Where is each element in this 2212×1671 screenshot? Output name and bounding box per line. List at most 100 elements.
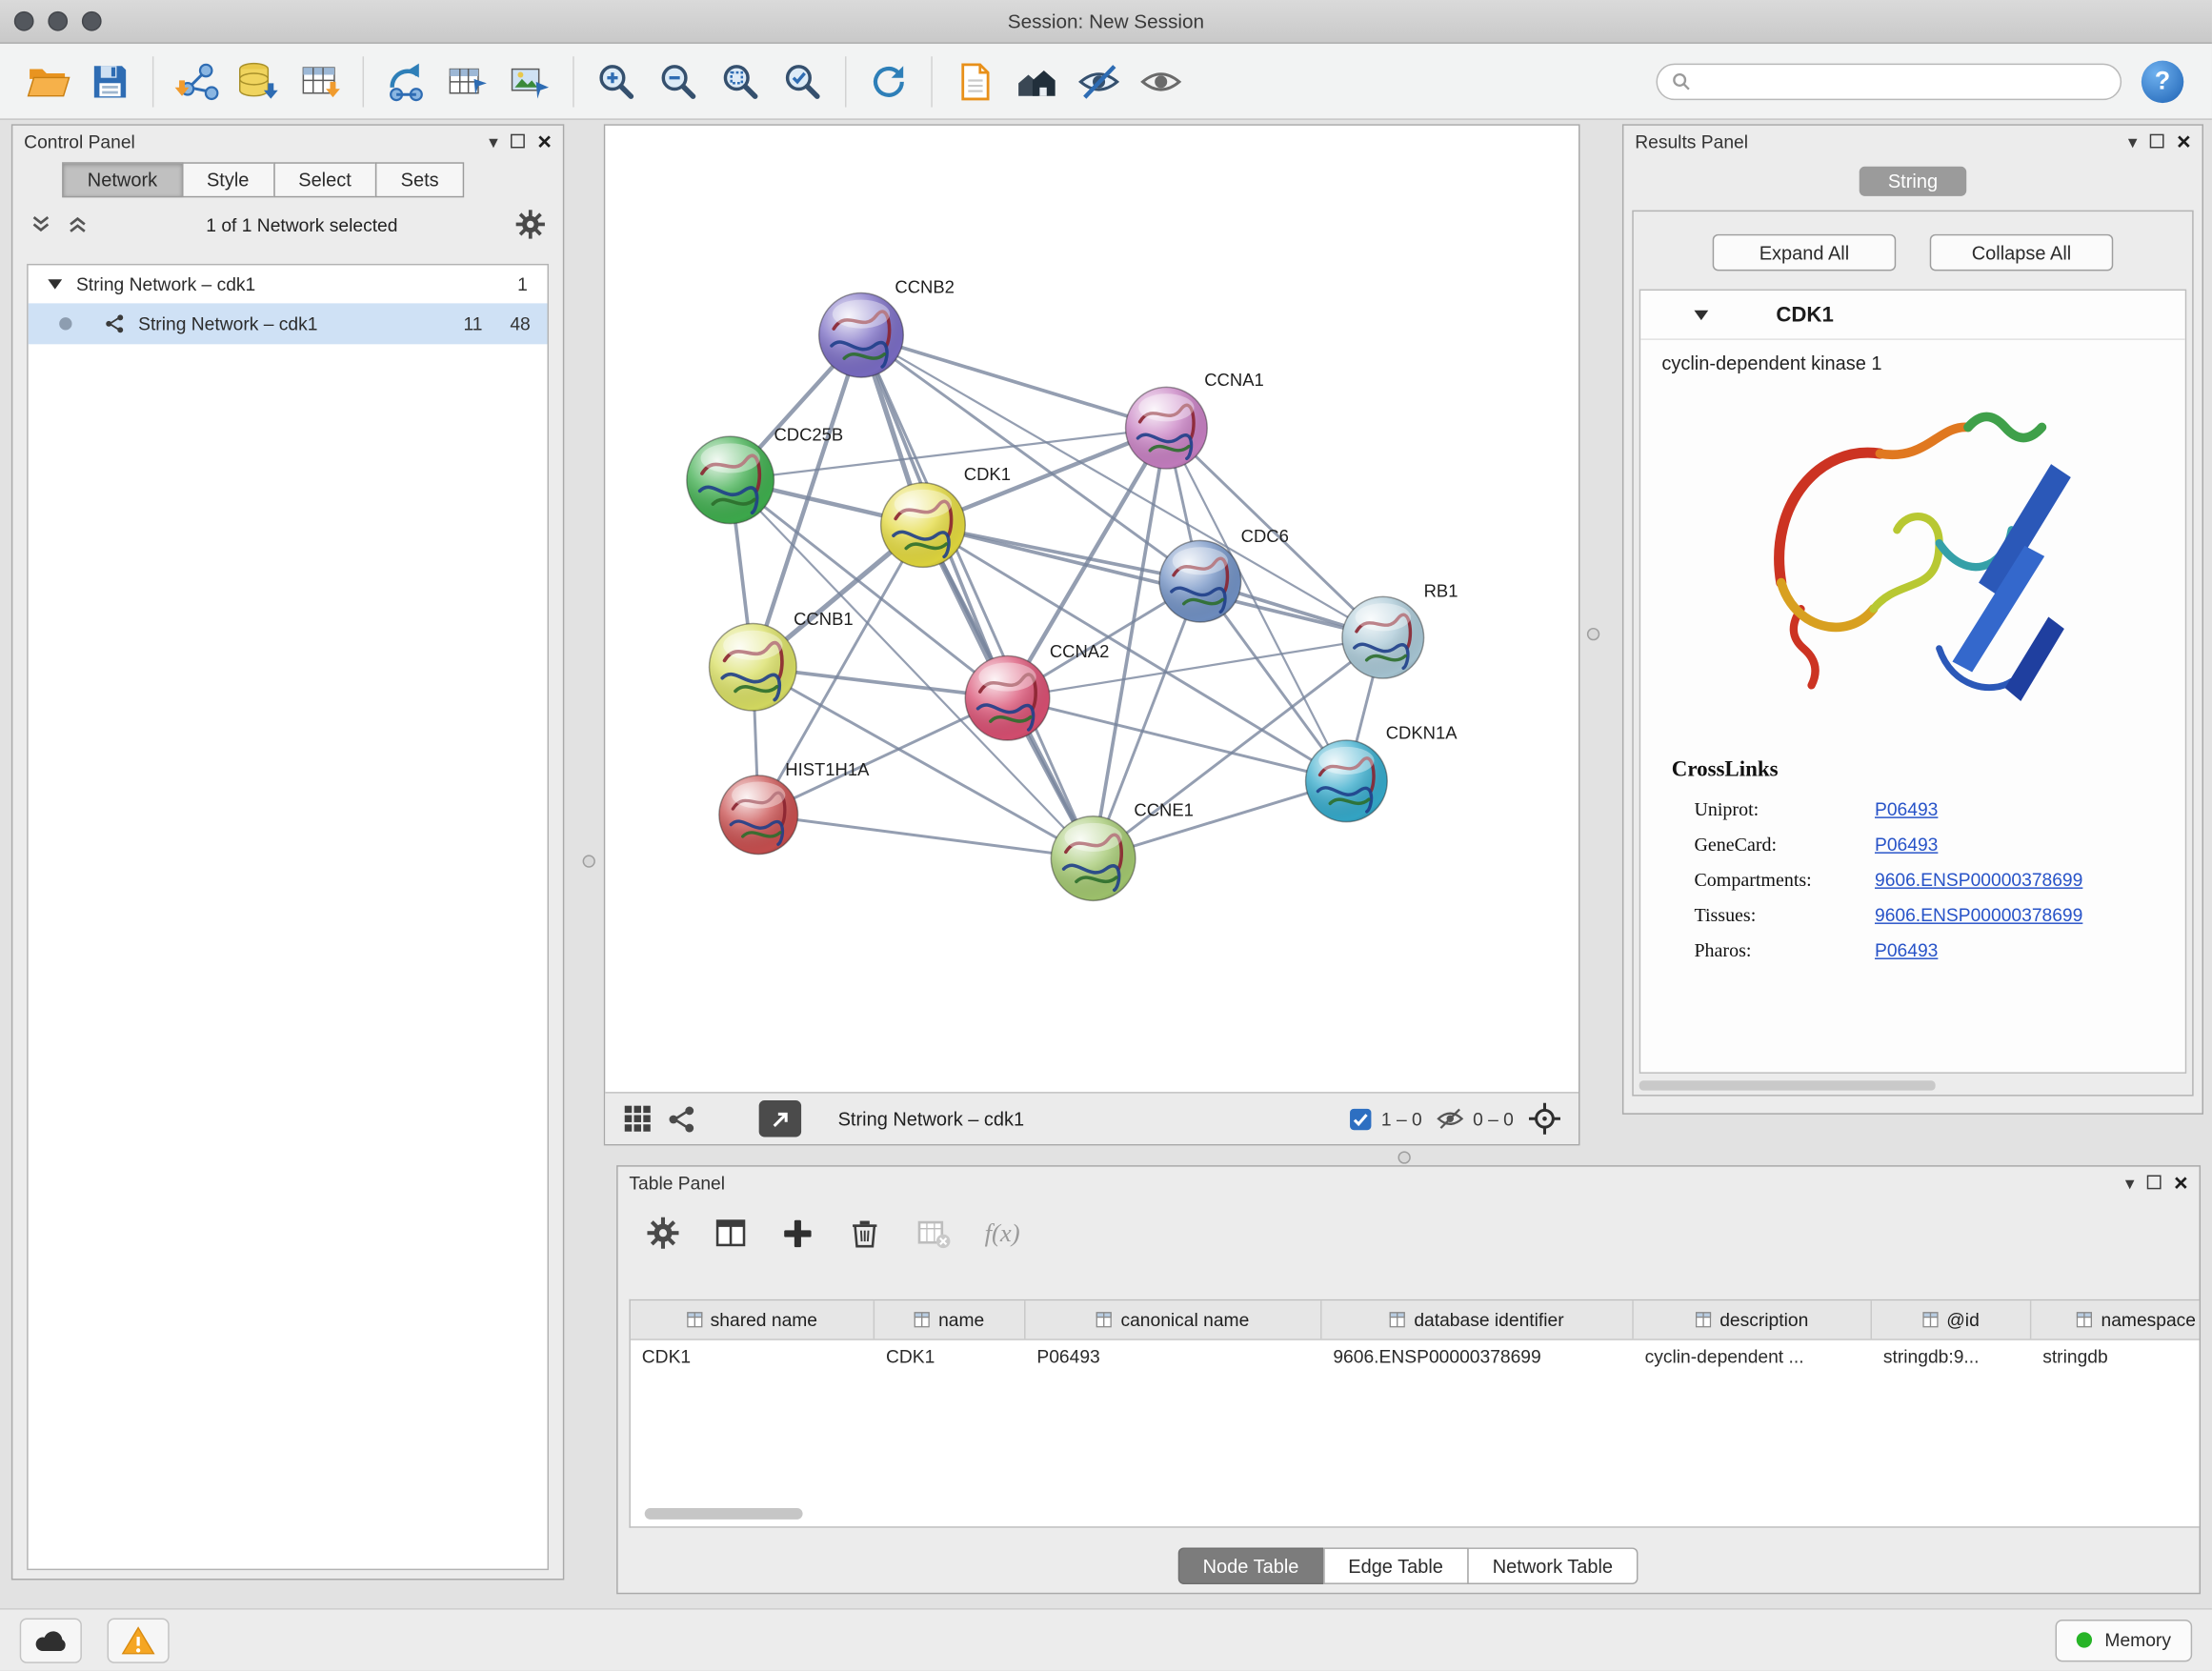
collapse-all-networks-icon[interactable]: [67, 213, 90, 236]
tab-style[interactable]: Style: [181, 162, 274, 197]
column-header--id[interactable]: @id: [1872, 1300, 2031, 1339]
network-collection-row[interactable]: String Network – cdk1 1: [29, 265, 548, 303]
network-node-cdc6[interactable]: [1159, 540, 1241, 622]
home-button[interactable]: [1006, 50, 1068, 112]
cloud-button[interactable]: [20, 1618, 82, 1662]
hide-selected-button[interactable]: [1068, 50, 1130, 112]
table-cell[interactable]: stringdb:9...: [1872, 1340, 2031, 1378]
export-view-button[interactable]: [759, 1100, 801, 1137]
network-graph[interactable]: CCNB2CCNA1CDC25BCDK1CDC6RB1CCNB1CCNA2CDK…: [605, 126, 1579, 1092]
window-close-button[interactable]: [14, 11, 34, 31]
collapse-caret-icon[interactable]: [1694, 310, 1708, 319]
memory-button[interactable]: Memory: [2056, 1619, 2193, 1661]
share-network-icon[interactable]: [667, 1104, 696, 1134]
search-box[interactable]: [1656, 63, 2122, 100]
show-selected-button[interactable]: [1130, 50, 1192, 112]
table-cell[interactable]: CDK1: [631, 1340, 875, 1378]
network-node-ccne1[interactable]: [1051, 816, 1136, 901]
tab-string[interactable]: String: [1860, 167, 1965, 196]
float-panel-icon[interactable]: [511, 134, 525, 149]
column-header-description[interactable]: description: [1634, 1300, 1872, 1339]
crosshair-icon[interactable]: [1528, 1102, 1562, 1137]
table-cell[interactable]: cyclin-dependent ...: [1634, 1340, 1872, 1378]
crosslink-value[interactable]: 9606.ENSP00000378699: [1875, 869, 2082, 890]
close-panel-icon[interactable]: ×: [537, 129, 552, 152]
search-input[interactable]: [1699, 70, 2105, 93]
gear-icon[interactable]: [514, 209, 546, 240]
import-network-file-button[interactable]: [165, 50, 227, 112]
refresh-button[interactable]: [857, 50, 919, 112]
birdseye-grid-icon[interactable]: [622, 1103, 654, 1135]
zoom-fit-button[interactable]: [710, 50, 772, 112]
network-node-hist1h1a[interactable]: [719, 775, 798, 855]
network-edge[interactable]: [861, 335, 1094, 858]
column-header-namespace[interactable]: namespace: [2031, 1300, 2199, 1339]
network-node-cdkn1a[interactable]: [1306, 740, 1388, 822]
gear-icon[interactable]: [646, 1216, 680, 1250]
add-column-icon[interactable]: [781, 1217, 814, 1249]
network-edge[interactable]: [861, 335, 1166, 428]
table-row[interactable]: CDK1CDK1P064939606.ENSP00000378699cyclin…: [631, 1340, 2200, 1378]
float-panel-icon[interactable]: [2150, 134, 2164, 149]
hidden-eye-slash-icon[interactable]: [1437, 1104, 1465, 1133]
tab-sets[interactable]: Sets: [375, 162, 464, 197]
window-zoom-button[interactable]: [82, 11, 102, 31]
gene-card-header[interactable]: CDK1: [1640, 291, 2185, 340]
tab-network[interactable]: Network: [62, 162, 183, 197]
tab-node-table[interactable]: Node Table: [1177, 1547, 1324, 1584]
horizontal-scrollbar[interactable]: [1639, 1080, 1936, 1090]
network-from-table-button[interactable]: [437, 50, 499, 112]
splitter-handle[interactable]: [1398, 1151, 1410, 1163]
help-button[interactable]: ?: [2142, 60, 2183, 102]
network-node-ccnb2[interactable]: [819, 292, 904, 377]
network-canvas[interactable]: CCNB2CCNA1CDC25BCDK1CDC6RB1CCNB1CCNA2CDK…: [605, 126, 1579, 1092]
table-horizontal-scrollbar[interactable]: [645, 1508, 803, 1520]
collapse-all-button[interactable]: Collapse All: [1930, 234, 2114, 272]
selected-checkbox-icon[interactable]: [1349, 1107, 1373, 1131]
network-from-image-button[interactable]: [499, 50, 561, 112]
column-header-database-identifier[interactable]: database identifier: [1322, 1300, 1634, 1339]
expand-all-button[interactable]: Expand All: [1713, 234, 1897, 272]
zoom-selected-button[interactable]: [772, 50, 834, 112]
columns-icon[interactable]: [714, 1216, 748, 1250]
panel-menu-icon[interactable]: ▾: [489, 131, 498, 150]
network-node-ccna1[interactable]: [1126, 387, 1208, 469]
delete-column-icon[interactable]: [848, 1216, 882, 1250]
network-node-ccna2[interactable]: [965, 655, 1050, 740]
network-node-rb1[interactable]: [1342, 596, 1424, 678]
tab-select[interactable]: Select: [273, 162, 377, 197]
close-panel-icon[interactable]: ×: [2174, 1170, 2188, 1194]
splitter-handle[interactable]: [583, 855, 595, 867]
copy-document-button[interactable]: [944, 50, 1006, 112]
column-header-canonical-name[interactable]: canonical name: [1026, 1300, 1322, 1339]
table-cell[interactable]: P06493: [1026, 1340, 1322, 1378]
tab-network-table[interactable]: Network Table: [1467, 1547, 1639, 1584]
save-session-button[interactable]: [79, 50, 141, 112]
tab-edge-table[interactable]: Edge Table: [1323, 1547, 1469, 1584]
crosslink-value[interactable]: 9606.ENSP00000378699: [1875, 904, 2082, 925]
panel-menu-icon[interactable]: ▾: [2128, 131, 2138, 150]
float-panel-icon[interactable]: [2147, 1176, 2162, 1190]
crosslink-value[interactable]: P06493: [1875, 834, 1938, 855]
network-edge[interactable]: [758, 815, 1093, 858]
new-network-button[interactable]: [375, 50, 437, 112]
splitter-handle[interactable]: [1587, 628, 1599, 640]
collapse-caret-icon[interactable]: [48, 279, 62, 289]
table-cell[interactable]: CDK1: [875, 1340, 1025, 1378]
zoom-in-button[interactable]: [586, 50, 648, 112]
crosslink-value[interactable]: P06493: [1875, 798, 1938, 819]
table-cell[interactable]: stringdb: [2031, 1340, 2199, 1378]
close-panel-icon[interactable]: ×: [2177, 129, 2191, 152]
network-row-selected[interactable]: String Network – cdk1 1148: [29, 303, 548, 344]
warnings-button[interactable]: [108, 1618, 170, 1662]
network-node-cdc25b[interactable]: [687, 436, 774, 524]
network-edge[interactable]: [923, 525, 1383, 637]
import-network-database-button[interactable]: [227, 50, 289, 112]
table-cell[interactable]: 9606.ENSP00000378699: [1322, 1340, 1634, 1378]
column-header-name[interactable]: name: [875, 1300, 1025, 1339]
network-node-ccnb1[interactable]: [710, 623, 797, 711]
column-header-shared-name[interactable]: shared name: [631, 1300, 875, 1339]
zoom-out-button[interactable]: [648, 50, 710, 112]
import-table-button[interactable]: [290, 50, 352, 112]
window-minimize-button[interactable]: [48, 11, 68, 31]
